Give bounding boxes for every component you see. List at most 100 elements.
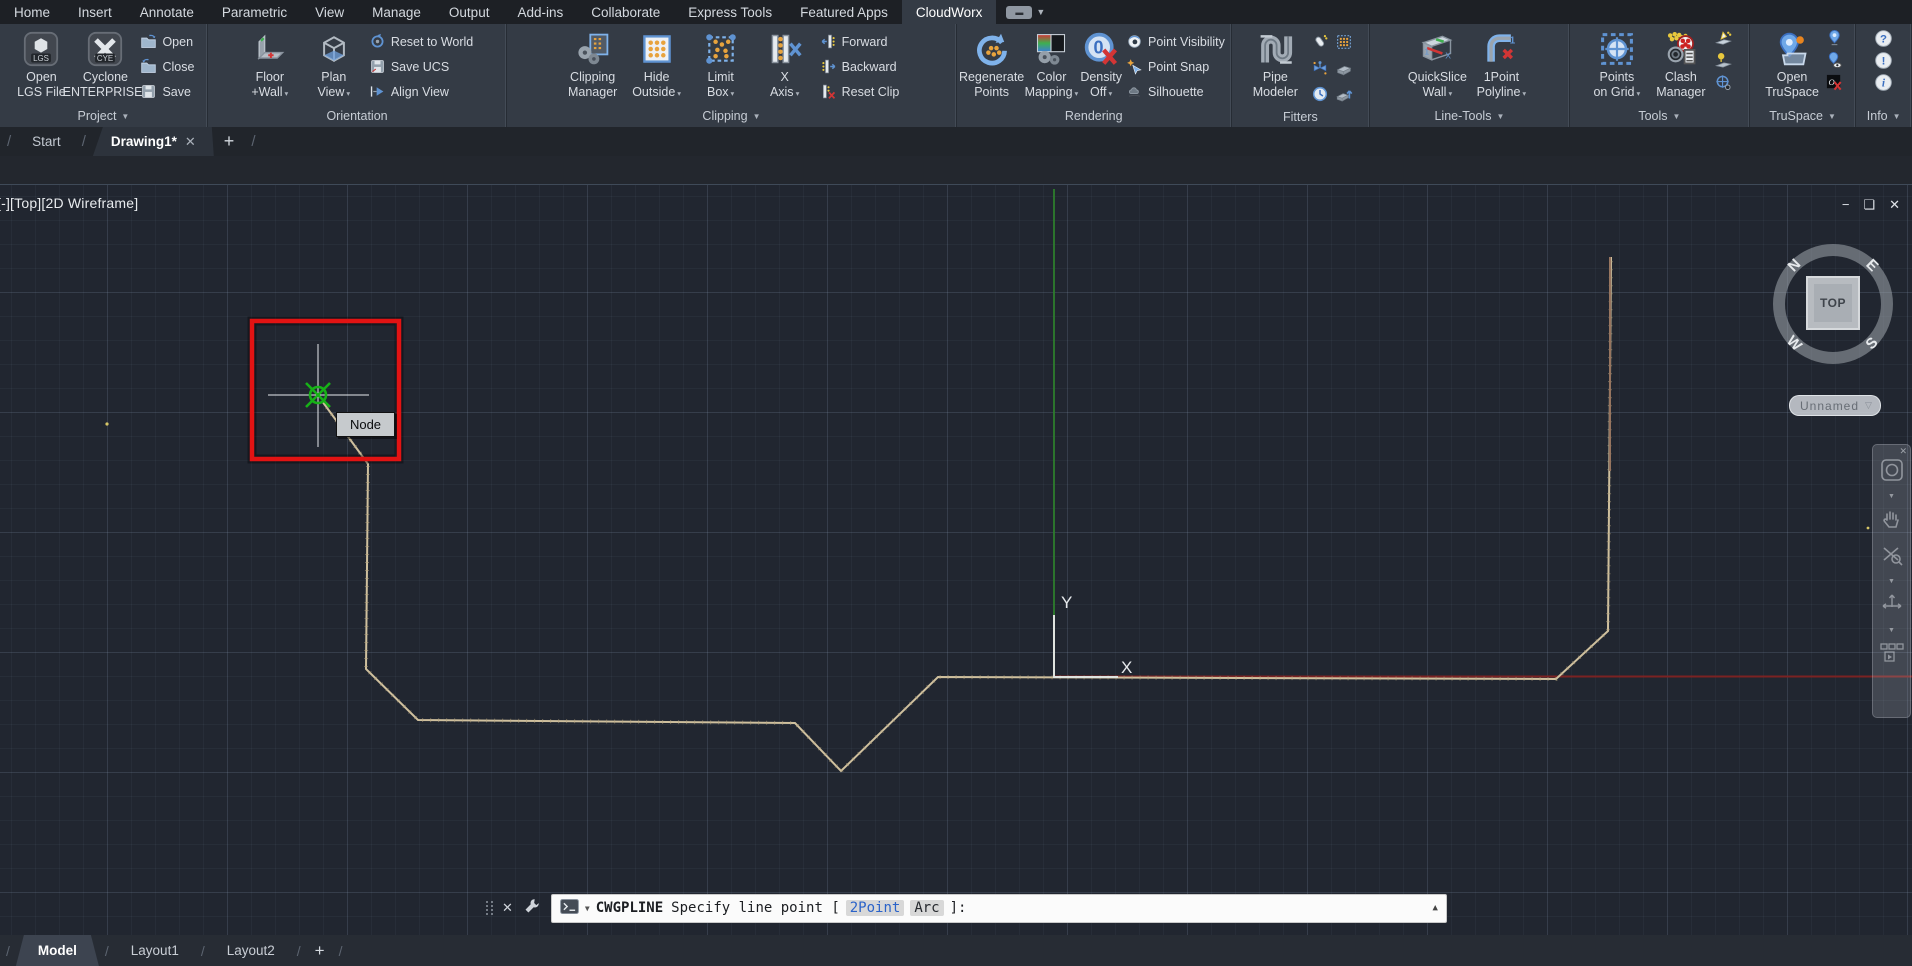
save-ucs-button[interactable]: Save UCS: [367, 54, 475, 79]
showmotion-icon[interactable]: [1880, 642, 1904, 669]
clash-manager-button[interactable]: ClashManager: [1650, 27, 1712, 99]
menu-tab-add-ins[interactable]: Add-ins: [503, 0, 577, 24]
file-tab-start[interactable]: Start: [18, 127, 75, 156]
close-icon[interactable]: ✕: [1889, 197, 1900, 213]
menu-tab-cloudworx[interactable]: CloudWorx: [902, 0, 997, 24]
navigation-bar[interactable]: ✕ ▼ ▼ ▼: [1872, 444, 1911, 718]
panel-label-tools[interactable]: Tools▼: [1570, 105, 1749, 127]
panel-label-info[interactable]: Info▼: [1856, 105, 1911, 127]
menu-tab-collaborate[interactable]: Collaborate: [577, 0, 674, 24]
pin-small-button[interactable]: [1825, 29, 1844, 48]
steering-wheel-icon[interactable]: [1881, 459, 1903, 486]
command-option-arc[interactable]: Arc: [910, 900, 943, 916]
help-badge-button[interactable]: ?: [1874, 29, 1893, 48]
align-view-button[interactable]: Align View: [367, 79, 475, 104]
forward-clip-button[interactable]: Forward: [818, 29, 902, 54]
minimize-icon[interactable]: −: [1842, 197, 1850, 213]
clipping-manager-button[interactable]: ClippingManager: [562, 27, 624, 99]
pipe-modeler-button[interactable]: PipeModeler: [1244, 27, 1306, 99]
menu-tab-featured-apps[interactable]: Featured Apps: [786, 0, 902, 24]
named-view-pill[interactable]: Unnamed ▽: [1789, 395, 1881, 416]
point-snap-button[interactable]: Point Snap: [1124, 54, 1227, 79]
panel-label-orientation[interactable]: Orientation: [208, 105, 506, 127]
command-input[interactable]: ▼ CWGPLINE Specify line point [ 2PointAr…: [551, 894, 1447, 923]
layout-tab-layout1[interactable]: Layout1: [115, 935, 195, 966]
folder-open-button[interactable]: Open: [138, 29, 196, 54]
panel-label-line-tools[interactable]: Line-Tools▼: [1370, 105, 1569, 127]
density-off-button[interactable]: 0DensityOff▾: [1080, 27, 1122, 99]
expand-history-icon[interactable]: ▲: [1432, 903, 1437, 913]
new-drawing-button[interactable]: +: [214, 127, 245, 156]
one-point-polyline-button[interactable]: 11PointPolyline▾: [1470, 27, 1532, 99]
silhouette-button[interactable]: Silhouette: [1124, 79, 1227, 104]
tool-slice-button[interactable]: [1714, 29, 1733, 48]
drawing-canvas[interactable]: Y X [-][Top][2D Wireframe]: [0, 184, 1912, 935]
pin-eye-button[interactable]: [1825, 51, 1844, 70]
open-truspace-button[interactable]: OpenTruSpace: [1761, 27, 1823, 99]
ribbon-display-toggle[interactable]: ▬▼: [1006, 0, 1045, 24]
chevron-down-icon[interactable]: ▼: [1888, 495, 1895, 499]
fit-steel-up-button[interactable]: [1335, 85, 1353, 103]
recent-commands-icon[interactable]: ▼: [585, 904, 590, 913]
tool-target-button[interactable]: [1714, 73, 1733, 92]
fit-valve-button[interactable]: [1311, 59, 1329, 77]
x-axis-clip-button[interactable]: XAxis▾: [754, 27, 816, 99]
chevron-down-icon[interactable]: ▼: [1888, 580, 1895, 584]
plan-view-button[interactable]: PlanView▾: [303, 27, 365, 99]
points-on-grid-button[interactable]: Pointson Grid▾: [1586, 27, 1648, 99]
fit-grid-button[interactable]: [1335, 33, 1353, 51]
viewport-controls-label[interactable]: [-][Top][2D Wireframe]: [0, 195, 138, 211]
navbar-close-icon[interactable]: ✕: [1899, 446, 1907, 457]
panel-label-truspace[interactable]: TruSpace▼: [1750, 105, 1855, 127]
command-prompt-icon[interactable]: [560, 899, 579, 918]
menu-tab-annotate[interactable]: Annotate: [126, 0, 208, 24]
layout-tab-model[interactable]: Model: [16, 935, 99, 966]
drag-handle-icon[interactable]: [486, 901, 494, 915]
folder-close-button[interactable]: Close: [138, 54, 196, 79]
menu-tab-parametric[interactable]: Parametric: [208, 0, 301, 24]
panel-label-fitters[interactable]: Fitters: [1232, 107, 1369, 127]
customize-wrench-icon[interactable]: [523, 897, 541, 920]
command-option-2point[interactable]: 2Point: [846, 900, 905, 916]
density-small-button[interactable]: O: [1825, 73, 1844, 92]
floor-wall-button[interactable]: Floor+Wall▾: [239, 27, 301, 99]
file-tab-drawing1[interactable]: Drawing1*✕: [93, 127, 214, 156]
color-mapping-button[interactable]: ColorMapping▾: [1025, 27, 1079, 99]
fit-spray-button[interactable]: [1311, 33, 1329, 51]
panel-label-clipping[interactable]: Clipping▼: [507, 105, 956, 127]
cye-badge-button[interactable]: CYECycloneENTERPRISE▾: [74, 27, 136, 99]
point-visibility-button[interactable]: Point Visibility: [1124, 29, 1227, 54]
fit-steel-button[interactable]: [1335, 59, 1353, 77]
panel-label-rendering[interactable]: Rendering: [957, 105, 1231, 127]
menu-tab-insert[interactable]: Insert: [64, 0, 126, 24]
fit-clock-button[interactable]: [1311, 85, 1329, 103]
warn-badge-button[interactable]: !: [1874, 51, 1893, 70]
pan-hand-icon[interactable]: [1881, 508, 1903, 535]
reset-clip-button[interactable]: Reset Clip: [818, 79, 902, 104]
viewcube-face[interactable]: TOP: [1806, 276, 1860, 330]
menu-tab-output[interactable]: Output: [435, 0, 504, 24]
menu-tab-manage[interactable]: Manage: [358, 0, 435, 24]
info-badge-button[interactable]: i: [1874, 73, 1893, 92]
close-tab-icon[interactable]: ✕: [185, 134, 196, 150]
layout-tab-layout2[interactable]: Layout2: [211, 935, 291, 966]
limit-box-button[interactable]: LimitBox▾: [690, 27, 752, 99]
tool-light-button[interactable]: [1714, 51, 1733, 70]
save-disk-button[interactable]: Save: [138, 79, 196, 104]
menu-tab-view[interactable]: View: [301, 0, 358, 24]
orbit-icon[interactable]: [1881, 593, 1903, 620]
menu-tab-express-tools[interactable]: Express Tools: [674, 0, 786, 24]
close-command-line-icon[interactable]: ✕: [502, 900, 513, 916]
chevron-down-icon[interactable]: ▼: [1888, 629, 1895, 633]
restore-icon[interactable]: ❏: [1863, 197, 1875, 213]
reset-world-button[interactable]: Reset to World: [367, 29, 475, 54]
menu-tab-home[interactable]: Home: [0, 0, 64, 24]
backward-clip-button[interactable]: Backward: [818, 54, 902, 79]
regen-points-button[interactable]: RegeneratePoints: [961, 27, 1023, 99]
panel-label-project[interactable]: Project▼: [0, 105, 207, 127]
zoom-extents-icon[interactable]: [1881, 544, 1903, 571]
viewcube[interactable]: NESW TOP: [1773, 244, 1893, 364]
quickslice-wall-button[interactable]: 1XQuickSliceWall▾: [1406, 27, 1468, 99]
hide-outside-button[interactable]: HideOutside▾: [626, 27, 688, 99]
new-layout-button[interactable]: +: [307, 935, 333, 966]
